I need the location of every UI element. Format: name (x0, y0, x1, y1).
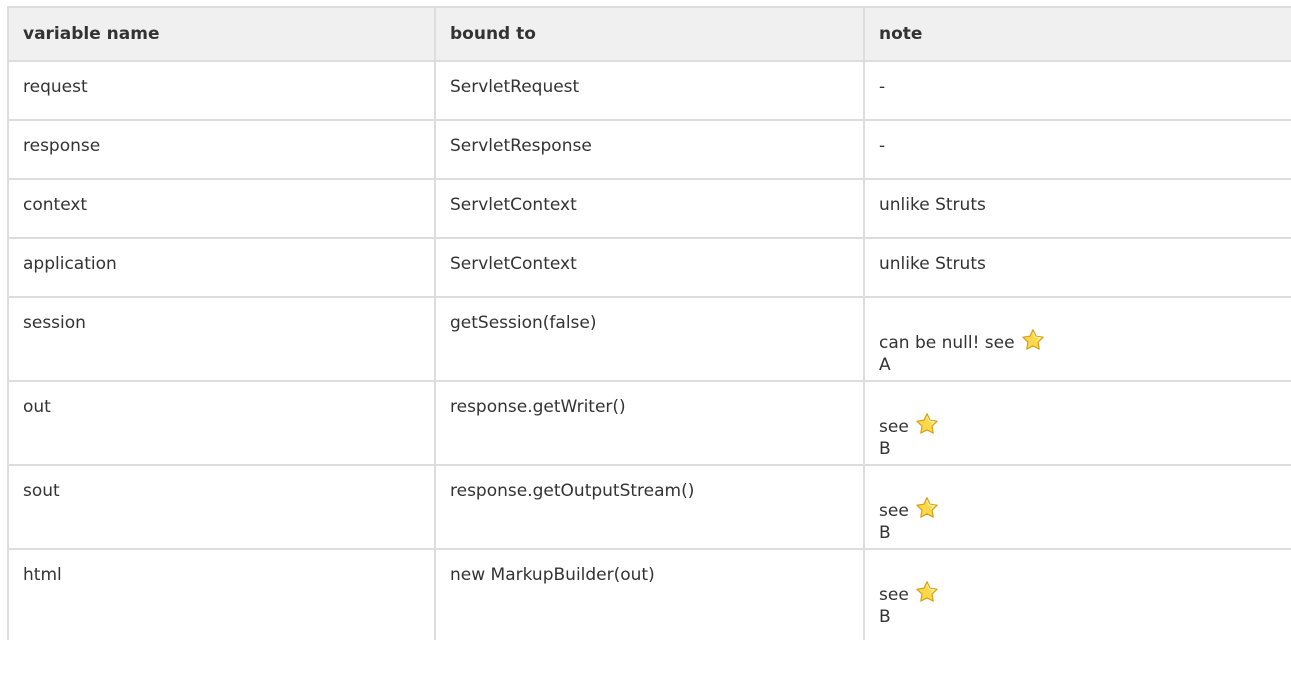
header-variable-name: variable name (7, 6, 436, 62)
cell-bound-to: getSession(false) (434, 296, 865, 382)
bindings-table: variable name bound to note request Serv… (7, 6, 1291, 640)
table-row: context ServletContext unlike Struts (7, 178, 1291, 239)
note-text: see (879, 417, 909, 437)
cell-bound-to: ServletContext (434, 178, 865, 239)
star-icon (1021, 328, 1045, 352)
cell-variable: session (7, 296, 436, 382)
cell-bound-to: response.getOutputStream() (434, 464, 865, 550)
table-row: application ServletContext unlike Struts (7, 237, 1291, 298)
cell-variable: sout (7, 464, 436, 550)
cell-bound-to: new MarkupBuilder(out) (434, 548, 865, 640)
cell-bound-to: response.getWriter() (434, 380, 865, 466)
star-icon (915, 496, 939, 520)
cell-bound-to: ServletContext (434, 237, 865, 298)
cell-variable: application (7, 237, 436, 298)
star-icon (915, 580, 939, 604)
note-text: see (879, 501, 909, 521)
cell-note: see B (863, 380, 1291, 466)
cell-note: unlike Struts (863, 237, 1291, 298)
note-ref: A (879, 355, 891, 375)
table-row: response ServletResponse - (7, 119, 1291, 180)
cell-note: can be null! see A (863, 296, 1291, 382)
table-row: request ServletRequest - (7, 60, 1291, 121)
star-icon (915, 412, 939, 436)
table-row: session getSession(false) can be null! s… (7, 296, 1291, 382)
note-content: see B (879, 580, 1278, 628)
cell-note: - (863, 119, 1291, 180)
cell-note: see B (863, 464, 1291, 550)
cell-note: - (863, 60, 1291, 121)
table-row: sout response.getOutputStream() see B (7, 464, 1291, 550)
note-ref: B (879, 439, 891, 459)
note-content: see B (879, 412, 1278, 460)
cell-variable: response (7, 119, 436, 180)
note-content: can be null! see A (879, 328, 1278, 376)
cell-note: see B (863, 548, 1291, 640)
header-bound-to: bound to (434, 6, 865, 62)
cell-variable: context (7, 178, 436, 239)
cell-bound-to: ServletResponse (434, 119, 865, 180)
cell-bound-to: ServletRequest (434, 60, 865, 121)
table-header-row: variable name bound to note (7, 6, 1291, 62)
cell-variable: out (7, 380, 436, 466)
cell-note: unlike Struts (863, 178, 1291, 239)
header-note: note (863, 6, 1291, 62)
table-row: html new MarkupBuilder(out) see B (7, 548, 1291, 640)
cell-variable: request (7, 60, 436, 121)
note-ref: B (879, 523, 891, 543)
note-text: can be null! see (879, 333, 1015, 353)
note-ref: B (879, 607, 891, 627)
note-content: see B (879, 496, 1278, 544)
table-row: out response.getWriter() see B (7, 380, 1291, 466)
cell-variable: html (7, 548, 436, 640)
note-text: see (879, 585, 909, 605)
